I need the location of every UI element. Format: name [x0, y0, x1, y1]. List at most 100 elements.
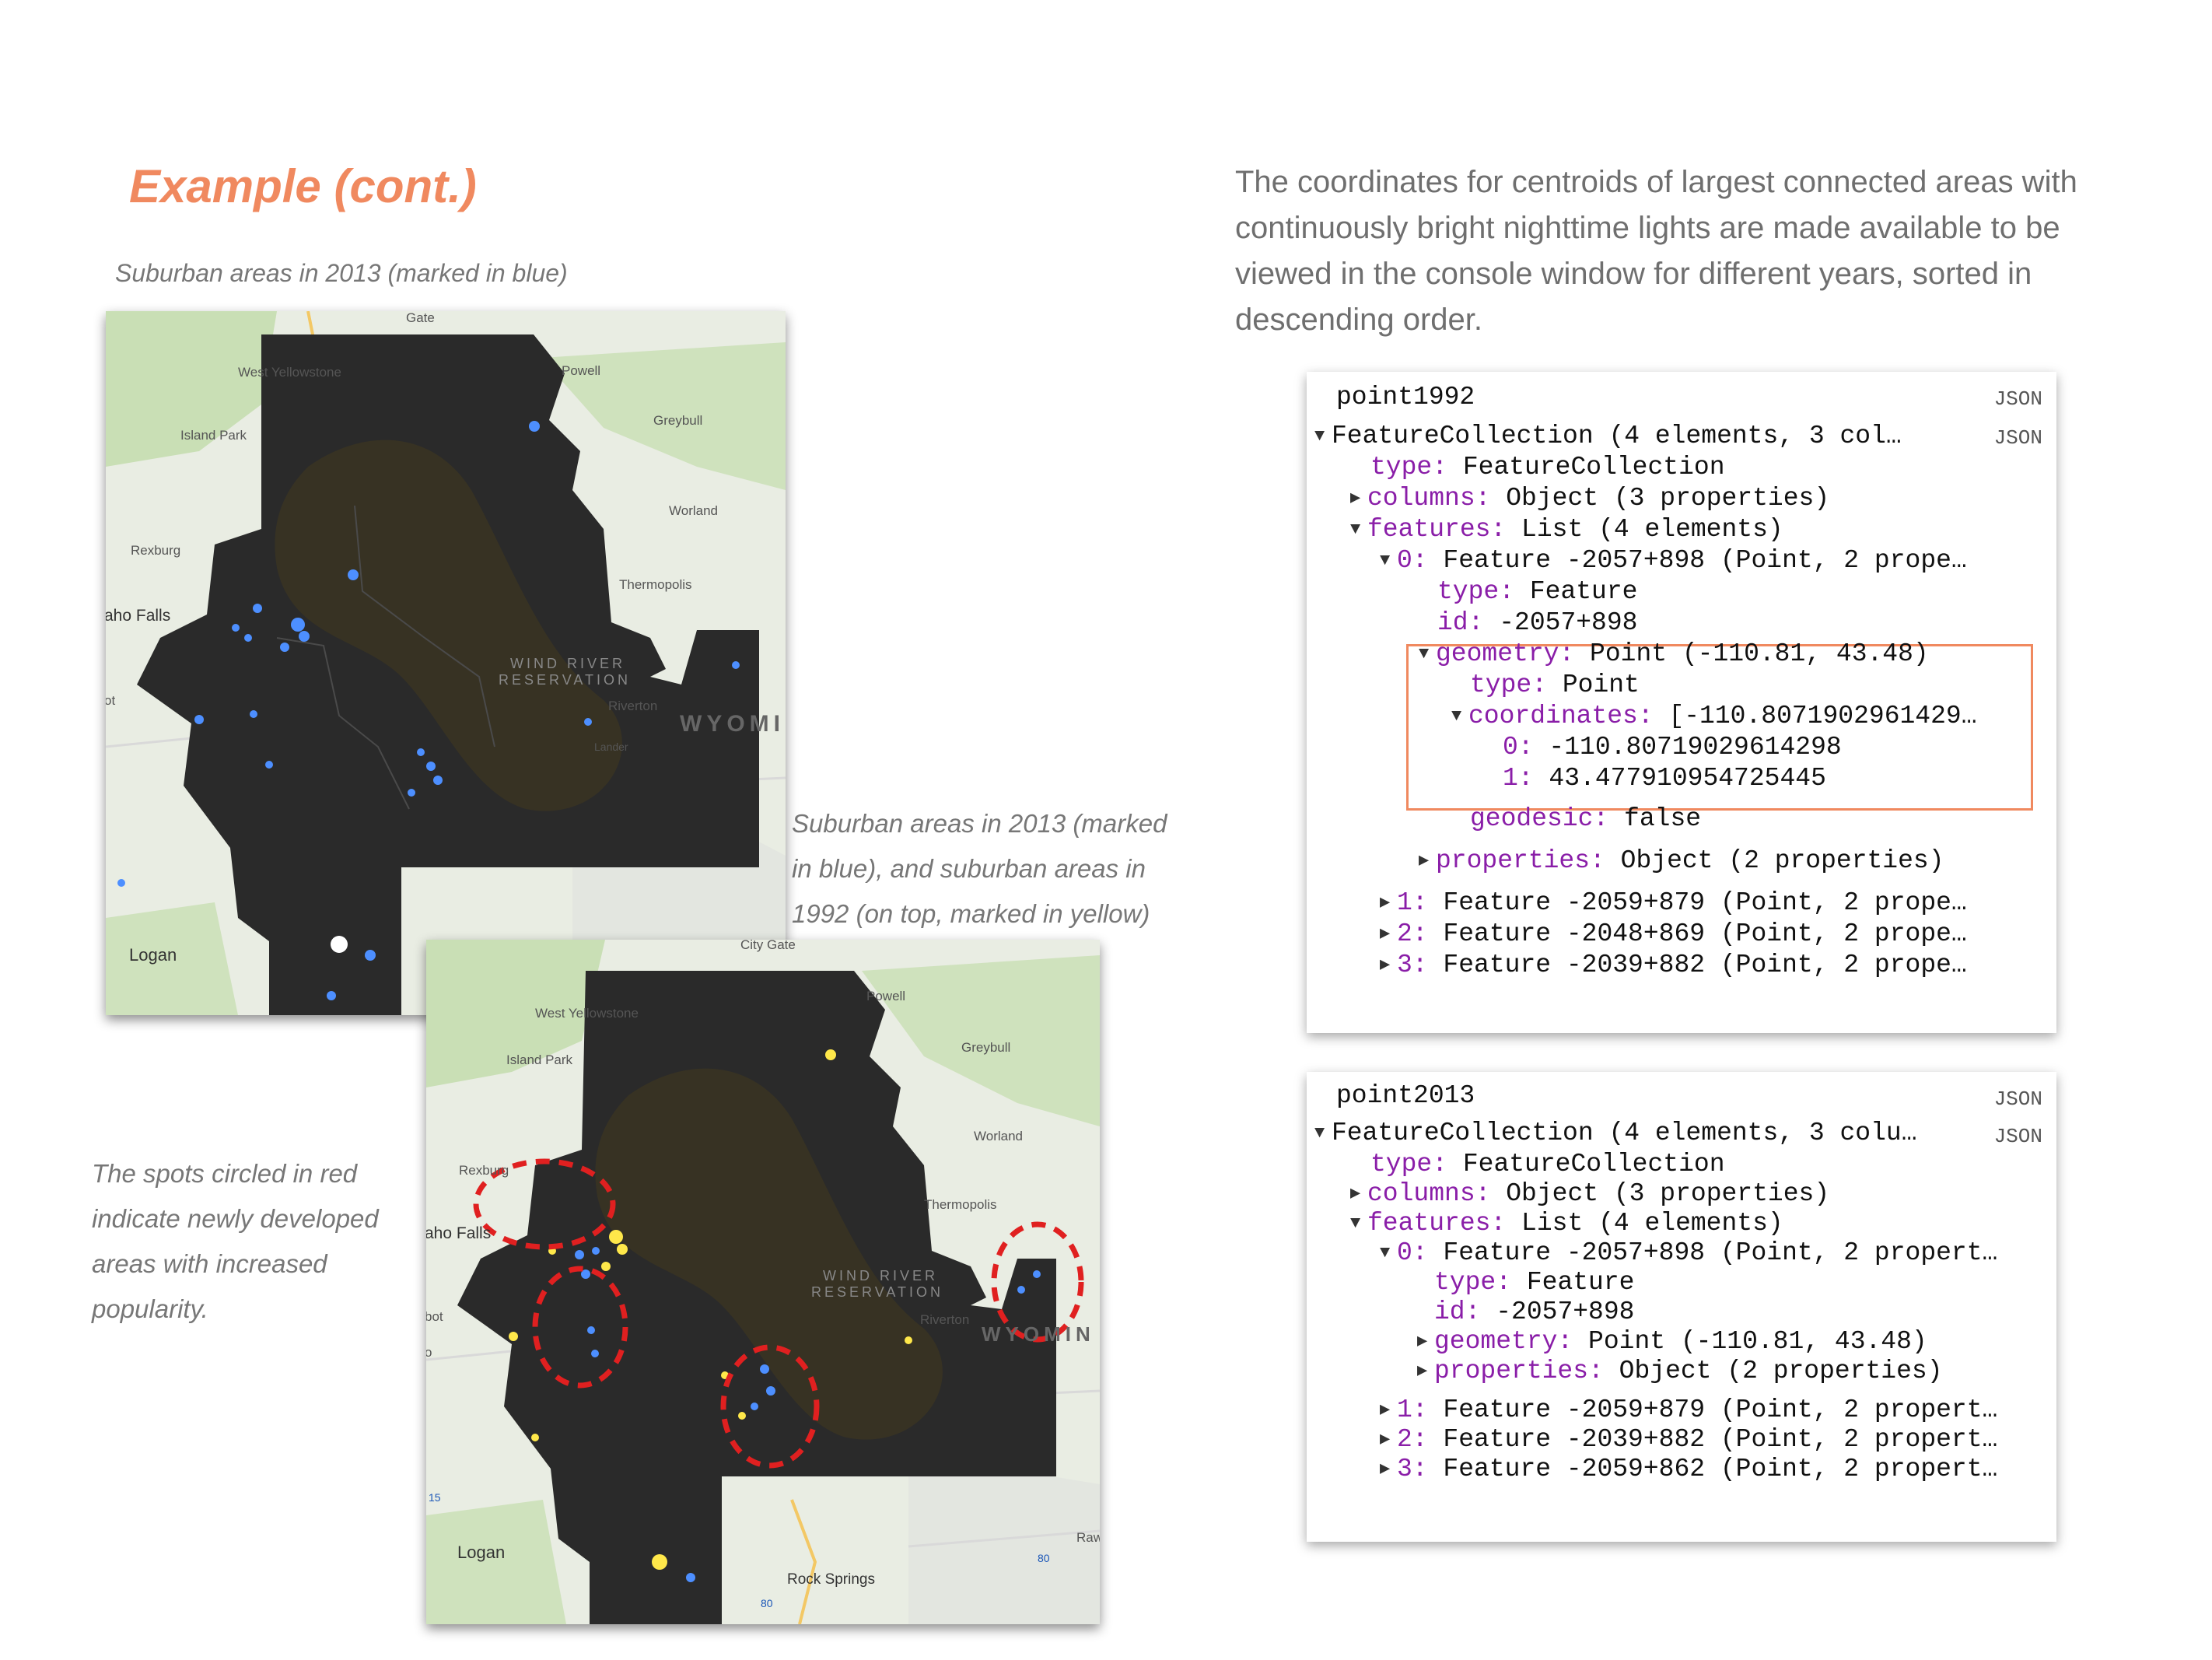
tree-row-feature-1[interactable]: ▶ 1: Feature -2059+879 (Point, 2 prope… [1380, 888, 1967, 917]
map-label: ot [106, 693, 115, 708]
tree-row-geometry-type: type: Point [1470, 671, 1640, 699]
expanded-arrow-icon[interactable]: ▼ [1314, 426, 1332, 446]
map-2013-svg: Gate West Yellowstone Island Park Powell… [106, 311, 786, 1015]
map-label: bot [426, 1309, 443, 1324]
map-label: 15 [429, 1491, 441, 1504]
tree-row-feature-id: id: -2057+898 [1437, 608, 1638, 637]
console-variable-name: point2013 [1336, 1081, 1475, 1110]
expanded-arrow-icon[interactable]: ▼ [1350, 1213, 1367, 1233]
tree-row-feature-type: type: Feature [1437, 577, 1638, 606]
map-label: Logan [129, 945, 177, 965]
tree-row-feature-0[interactable]: ▼ 0: Feature -2057+898 (Point, 2 prope… [1380, 546, 1967, 575]
tree-row-coord-1: 1: 43.477910954725445 [1503, 764, 1826, 793]
tree-row-columns[interactable]: ▶ columns: Object (3 properties) [1350, 1179, 1829, 1208]
map-label: Riverton [920, 1312, 969, 1327]
expanded-arrow-icon[interactable]: ▼ [1380, 551, 1397, 570]
map-label: Greybull [653, 413, 702, 428]
tree-row-feature-2[interactable]: ▶ 2: Feature -2039+882 (Point, 2 propert… [1380, 1425, 1997, 1454]
console-point1992: point1992 JSON ▼ FeatureCollection (4 ele… [1307, 372, 2056, 1033]
tree-row-feature-id: id: -2057+898 [1434, 1298, 1635, 1326]
collapsed-arrow-icon[interactable]: ▶ [1380, 1429, 1397, 1449]
tree-row-features[interactable]: ▼ features: List (4 elements) [1350, 515, 1783, 544]
tree-row-properties[interactable]: ▶ properties: Object (2 properties) [1417, 1357, 1943, 1385]
expanded-arrow-icon[interactable]: ▼ [1451, 706, 1468, 726]
json-button[interactable]: JSON [1994, 387, 2042, 411]
tree-row-collection[interactable]: ▼ FeatureCollection (4 elements, 3 colu… [1314, 1119, 1917, 1147]
tree-row-feature-type: type: Feature [1434, 1268, 1635, 1297]
map-label: Worland [669, 503, 718, 518]
collapsed-arrow-icon[interactable]: ▶ [1350, 1183, 1367, 1203]
console-point2013: point2013 JSON ▼ FeatureCollection (4 ele… [1307, 1072, 2056, 1542]
caption-line: indicate newly developed [92, 1204, 379, 1233]
expanded-arrow-icon[interactable]: ▼ [1380, 1243, 1397, 1263]
collapsed-arrow-icon[interactable]: ▶ [1380, 892, 1397, 912]
map-label: aho Falls [426, 1224, 491, 1242]
tree-row-feature-1[interactable]: ▶ 1: Feature -2059+879 (Point, 2 propert… [1380, 1396, 1997, 1424]
tree-row-properties[interactable]: ▶ properties: Object (2 properties) [1419, 846, 1944, 875]
map-label: Riverton [608, 699, 657, 713]
expanded-arrow-icon[interactable]: ▼ [1314, 1123, 1332, 1143]
map-label: WYOMIN [982, 1322, 1095, 1346]
tree-row-feature-3[interactable]: ▶ 3: Feature -2039+882 (Point, 2 prope… [1380, 951, 1967, 979]
map-label: Raw [1076, 1530, 1100, 1545]
json-button[interactable]: JSON [1994, 1087, 2042, 1111]
tree-row-collection[interactable]: ▼ FeatureCollection (4 elements, 3 col… [1314, 422, 1902, 450]
intro-line: continuously bright nighttime lights are… [1235, 211, 2060, 245]
expanded-arrow-icon[interactable]: ▼ [1419, 644, 1436, 664]
map-label: Powell [562, 363, 600, 378]
caption-line: 1992 (on top, marked in yellow) [792, 899, 1150, 928]
collapsed-arrow-icon[interactable]: ▶ [1419, 850, 1436, 870]
expanded-arrow-icon[interactable]: ▼ [1350, 520, 1367, 539]
tree-row-type: type: FeatureCollection [1370, 1150, 1725, 1178]
collapsed-arrow-icon[interactable]: ▶ [1417, 1361, 1434, 1381]
caption-line: popularity. [92, 1294, 208, 1323]
tree-row-feature-3[interactable]: ▶ 3: Feature -2059+862 (Point, 2 propert… [1380, 1455, 1997, 1483]
tree-row-coordinates[interactable]: ▼ coordinates: [-110.8071902961429… [1451, 702, 1977, 730]
intro-line: descending order. [1235, 303, 1483, 337]
map-1992-2013: City Gate Powell West Yellowstone Island… [426, 940, 1100, 1624]
collapsed-arrow-icon[interactable]: ▶ [1380, 1459, 1397, 1479]
map-label: 80 [1038, 1552, 1050, 1564]
map-label: City Gate [740, 940, 796, 952]
intro-line: The coordinates for centroids of largest… [1235, 165, 2077, 199]
tree-row-coord-0: 0: -110.80719029614298 [1503, 733, 1842, 762]
collapsed-arrow-icon[interactable]: ▶ [1417, 1331, 1434, 1351]
map-label: WIND RIVER [823, 1268, 938, 1284]
map-label: Gate [406, 311, 435, 325]
tree-row-geometry[interactable]: ▼ geometry: Point (-110.81, 43.48) [1419, 639, 1929, 668]
map-label: Greybull [961, 1040, 1010, 1055]
map-label: Island Park [180, 428, 247, 443]
map-label: 80 [761, 1597, 773, 1609]
tree-row-geometry[interactable]: ▶ geometry: Point (-110.81, 43.48) [1417, 1327, 1927, 1356]
map-label: Rock Springs [787, 1571, 875, 1588]
collapsed-arrow-icon[interactable]: ▶ [1380, 1399, 1397, 1420]
map-label: West Yellowstone [238, 365, 341, 380]
intro-paragraph: The coordinates for centroids of largest… [1235, 159, 2114, 343]
tree-row-feature-2[interactable]: ▶ 2: Feature -2048+869 (Point, 2 prope… [1380, 919, 1967, 948]
intro-line: viewed in the console window for differe… [1235, 257, 2032, 291]
map-label: WIND RIVER [510, 656, 625, 671]
map-label: Powell [866, 989, 905, 1003]
caption-circles: The spots circled in red indicate newly … [92, 1151, 379, 1332]
json-button[interactable]: JSON [1994, 426, 2042, 450]
tree-row-type: type: FeatureCollection [1370, 453, 1725, 482]
map-label: Island Park [506, 1052, 573, 1067]
console-variable-name: point1992 [1336, 383, 1475, 411]
map-label: Lander [594, 741, 628, 753]
collapsed-arrow-icon[interactable]: ▶ [1380, 923, 1397, 944]
map-label: Thermopolis [924, 1197, 997, 1212]
tree-row-geodesic: geodesic: false [1470, 804, 1702, 833]
map-label: Thermopolis [619, 577, 692, 592]
map-label: o [426, 1345, 432, 1360]
caption-line: The spots circled in red [92, 1159, 358, 1188]
json-button[interactable]: JSON [1994, 1125, 2042, 1148]
tree-row-features[interactable]: ▼ features: List (4 elements) [1350, 1209, 1783, 1238]
caption-compare: Suburban areas in 2013 (marked in blue),… [792, 801, 1167, 937]
map-label: WYOMI [680, 711, 785, 737]
tree-row-columns[interactable]: ▶ columns: Object (3 properties) [1350, 484, 1829, 513]
collapsed-arrow-icon[interactable]: ▶ [1350, 488, 1367, 508]
collapsed-arrow-icon[interactable]: ▶ [1380, 954, 1397, 975]
caption-line: areas with increased [92, 1249, 327, 1278]
map-label: Logan [457, 1543, 505, 1562]
tree-row-feature-0[interactable]: ▼ 0: Feature -2057+898 (Point, 2 propert… [1380, 1238, 1997, 1267]
